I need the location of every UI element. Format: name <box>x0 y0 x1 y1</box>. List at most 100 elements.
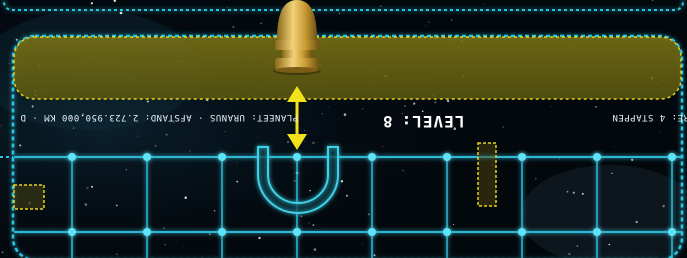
star <box>1 251 4 254</box>
star <box>304 130 305 131</box>
grid-node[interactable] <box>518 153 526 161</box>
star <box>425 25 427 27</box>
grid-node[interactable] <box>143 228 151 236</box>
grid-node[interactable] <box>593 153 601 161</box>
star <box>154 144 157 147</box>
star <box>116 253 118 256</box>
star <box>182 246 184 248</box>
star <box>84 203 88 206</box>
level-value: 8 <box>382 112 393 131</box>
star <box>450 18 453 21</box>
grid-node[interactable] <box>68 153 76 161</box>
star <box>86 186 89 190</box>
level-label: LEVEL: <box>400 112 465 131</box>
star <box>163 227 165 229</box>
star <box>19 144 22 147</box>
star <box>208 233 211 236</box>
star <box>232 25 235 29</box>
star <box>346 194 348 197</box>
star <box>309 189 311 192</box>
star <box>664 229 666 232</box>
star <box>362 108 364 110</box>
grid-node[interactable] <box>593 228 601 236</box>
star <box>236 162 238 164</box>
grid-node[interactable] <box>218 228 226 236</box>
star <box>581 192 584 195</box>
level-indicator: LEVEL: 8 <box>382 112 464 131</box>
star <box>260 22 263 25</box>
star <box>340 180 344 183</box>
star <box>362 242 364 244</box>
grid-node[interactable] <box>443 153 451 161</box>
game-board <box>0 0 687 258</box>
star <box>658 132 660 134</box>
grid-node[interactable] <box>143 153 151 161</box>
grid-node[interactable] <box>68 228 76 236</box>
star <box>662 204 665 208</box>
star <box>483 3 485 5</box>
grid-node[interactable] <box>518 228 526 236</box>
star <box>312 224 315 227</box>
hint-text: HERE: 4 STAPPEN <box>612 112 687 122</box>
star <box>258 236 261 240</box>
star <box>119 11 123 15</box>
star <box>313 248 317 251</box>
star <box>502 126 504 128</box>
star <box>338 12 341 15</box>
grid-node[interactable] <box>368 153 376 161</box>
grid-node[interactable] <box>668 153 676 161</box>
star <box>189 150 191 152</box>
star <box>566 190 569 193</box>
star <box>15 38 18 41</box>
yellow-block-left[interactable] <box>13 184 45 210</box>
star <box>173 121 175 123</box>
star <box>595 106 597 108</box>
star <box>90 2 94 5</box>
star <box>635 220 638 224</box>
star <box>91 185 94 188</box>
star <box>402 169 404 172</box>
star <box>164 244 166 246</box>
star <box>576 245 579 247</box>
star <box>343 113 347 116</box>
star <box>572 191 575 194</box>
star <box>31 105 34 108</box>
star <box>434 101 437 104</box>
star <box>380 5 382 7</box>
star <box>286 140 290 144</box>
star <box>236 180 239 183</box>
yellow-block-right[interactable] <box>477 142 497 207</box>
grid-node[interactable] <box>443 228 451 236</box>
star <box>321 112 324 115</box>
star <box>52 226 54 228</box>
star <box>453 223 455 225</box>
star <box>367 213 371 216</box>
star <box>381 145 383 147</box>
star <box>404 105 406 107</box>
star <box>608 243 611 246</box>
star <box>413 102 416 105</box>
star <box>304 141 305 143</box>
star <box>146 100 149 103</box>
grid-node[interactable] <box>293 228 301 236</box>
star <box>226 6 228 8</box>
star <box>336 144 338 146</box>
star <box>293 179 296 182</box>
star <box>373 254 376 257</box>
star <box>449 1 450 3</box>
star <box>165 133 168 136</box>
star <box>8 62 10 64</box>
star <box>213 209 216 212</box>
star <box>446 99 450 103</box>
grid-node[interactable] <box>668 228 676 236</box>
grid-node[interactable] <box>218 153 226 161</box>
star <box>72 127 75 129</box>
star <box>224 131 226 133</box>
star <box>184 196 187 200</box>
star <box>308 222 310 224</box>
star <box>328 106 329 108</box>
planet-info-text: PLANEET: URANUS · AFSTAND: 2.723.950.000… <box>20 112 299 122</box>
star <box>427 21 430 24</box>
grid-node[interactable] <box>368 228 376 236</box>
grid-node[interactable] <box>293 153 301 161</box>
